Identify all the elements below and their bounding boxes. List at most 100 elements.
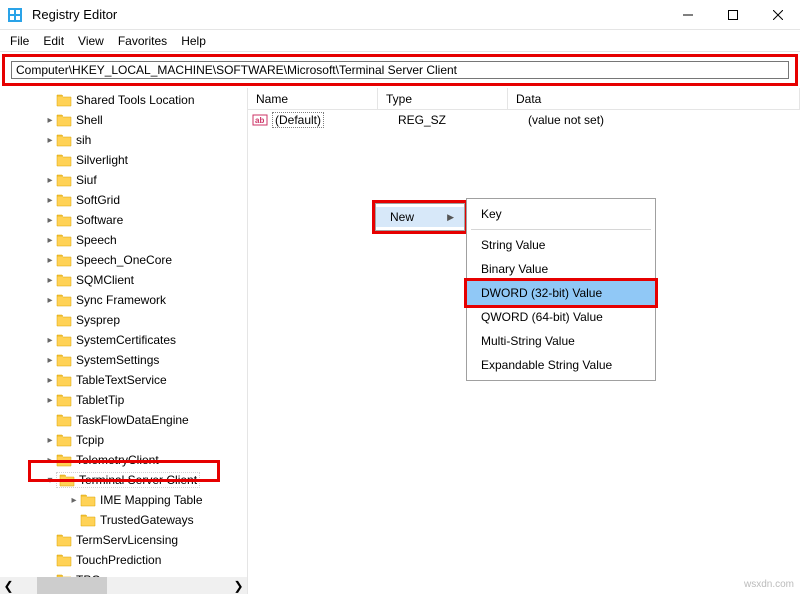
tree-item[interactable]: ▸Shell [0, 110, 247, 130]
tree-label: Sync Framework [76, 293, 166, 307]
twisty-icon[interactable]: ▸ [44, 235, 56, 246]
folder-icon [56, 213, 72, 227]
tree-item[interactable]: ▸sih [0, 130, 247, 150]
folder-icon [56, 313, 72, 327]
tree-item[interactable]: ▸ SystemCertificates [0, 330, 247, 350]
context-submenu-item[interactable]: Key [467, 202, 655, 226]
folder-icon [56, 393, 72, 407]
twisty-icon[interactable]: ▸ [44, 175, 56, 186]
tree-label: SystemSettings [76, 353, 159, 367]
menu-separator [471, 229, 651, 230]
regedit-icon [7, 7, 23, 23]
tree-item[interactable]: ▸SQMClient [0, 270, 247, 290]
twisty-icon[interactable]: ▸ [44, 135, 56, 146]
folder-icon [56, 353, 72, 367]
tree-item[interactable]: ▸IME Mapping Table [0, 490, 247, 510]
tree-label: TableTextService [76, 373, 167, 387]
col-type[interactable]: Type [378, 88, 508, 109]
menu-edit[interactable]: Edit [37, 32, 70, 50]
menu-favorites[interactable]: Favorites [112, 32, 173, 50]
tree-item[interactable]: ▸ TabletTip [0, 390, 247, 410]
folder-icon [56, 233, 72, 247]
folder-icon [80, 493, 96, 507]
context-submenu-item[interactable]: String Value [467, 233, 655, 257]
twisty-icon[interactable]: ▸ [44, 195, 56, 206]
context-menu-new[interactable]: New ▶ [376, 207, 464, 227]
twisty-icon[interactable]: ▸ [44, 275, 56, 286]
twisty-icon[interactable]: ▸ [44, 115, 56, 126]
tree-item[interactable]: Shared Tools Location [0, 90, 247, 110]
context-submenu-item[interactable]: DWORD (32-bit) Value [464, 278, 658, 308]
folder-icon [80, 513, 96, 527]
tree-item[interactable]: ▸Tcpip [0, 430, 247, 450]
tree-item[interactable]: ▸ TableTextService [0, 370, 247, 390]
context-new-label: New [390, 210, 414, 224]
twisty-icon[interactable]: ▸ [44, 295, 56, 306]
minimize-button[interactable] [665, 0, 710, 30]
tree-label: Software [76, 213, 123, 227]
tree-item[interactable]: ▸ SoftGrid [0, 190, 247, 210]
folder-icon [56, 133, 72, 147]
tree-hscrollbar[interactable]: ❮ ❯ [0, 577, 247, 594]
col-name[interactable]: Name [248, 88, 378, 109]
tree-label: SoftGrid [76, 193, 120, 207]
tree-item[interactable]: ▾Terminal Server Client [0, 470, 247, 490]
context-menu-new-highlight: New ▶ [372, 200, 468, 234]
menu-file[interactable]: File [4, 32, 35, 50]
tree-item[interactable]: Silverlight [0, 150, 247, 170]
twisty-icon[interactable]: ▸ [68, 495, 80, 506]
tree-item[interactable]: TermServLicensing [0, 530, 247, 550]
tree-label: Siuf [76, 173, 97, 187]
twisty-icon[interactable]: ▸ [44, 355, 56, 366]
tree-item[interactable]: TaskFlowDataEngine [0, 410, 247, 430]
folder-icon [56, 173, 72, 187]
tree-item[interactable]: ▸ Sync Framework [0, 290, 247, 310]
menu-help[interactable]: Help [175, 32, 212, 50]
tree-item[interactable]: ▸Speech_OneCore [0, 250, 247, 270]
tree-item[interactable]: ▸TelemetryClient [0, 450, 247, 470]
tree-item[interactable]: TouchPrediction [0, 550, 247, 570]
twisty-icon[interactable]: ▸ [44, 335, 56, 346]
tree-label: Sysprep [76, 313, 120, 327]
addressbar-highlight [2, 54, 798, 86]
context-submenu-item[interactable]: QWORD (64-bit) Value [467, 305, 655, 329]
tree-item[interactable]: Sysprep [0, 310, 247, 330]
tree-label: TaskFlowDataEngine [76, 413, 189, 427]
menu-view[interactable]: View [72, 32, 110, 50]
folder-icon [56, 333, 72, 347]
folder-icon [56, 433, 72, 447]
context-submenu-item[interactable]: Multi-String Value [467, 329, 655, 353]
tree-label: TrustedGateways [100, 513, 194, 527]
addressbar-input[interactable] [11, 61, 789, 79]
list-header: Name Type Data [248, 88, 800, 110]
maximize-button[interactable] [710, 0, 755, 30]
twisty-icon[interactable]: ▾ [44, 475, 56, 486]
twisty-icon[interactable]: ▸ [44, 375, 56, 386]
context-submenu-item[interactable]: Expandable String Value [467, 353, 655, 377]
list-row[interactable]: ab (Default) REG_SZ (value not set) [248, 110, 800, 130]
twisty-icon[interactable]: ▸ [44, 435, 56, 446]
tree-item[interactable]: ▸ Siuf [0, 170, 247, 190]
scroll-right-icon[interactable]: ❯ [230, 577, 247, 594]
tree-label: TermServLicensing [76, 533, 178, 547]
twisty-icon[interactable]: ▸ [44, 455, 56, 466]
twisty-icon[interactable]: ▸ [44, 395, 56, 406]
folder-icon [56, 93, 72, 107]
scroll-left-icon[interactable]: ❮ [0, 577, 17, 594]
col-data[interactable]: Data [508, 88, 800, 109]
twisty-icon[interactable]: ▸ [44, 255, 56, 266]
folder-icon [56, 253, 72, 267]
close-button[interactable] [755, 0, 800, 30]
tree-item[interactable]: ▸ Speech [0, 230, 247, 250]
tree-label: SystemCertificates [76, 333, 176, 347]
tree-label: TabletTip [76, 393, 124, 407]
twisty-icon[interactable]: ▸ [44, 215, 56, 226]
tree-item[interactable]: TrustedGateways [0, 510, 247, 530]
folder-icon [56, 453, 72, 467]
scroll-thumb[interactable] [37, 577, 107, 594]
tree-item[interactable]: ▸ SystemSettings [0, 350, 247, 370]
tree-item[interactable]: ▸ Software [0, 210, 247, 230]
menubar: File Edit View Favorites Help [0, 30, 800, 52]
tree-label: TouchPrediction [76, 553, 161, 567]
tree-label: Speech [76, 233, 117, 247]
